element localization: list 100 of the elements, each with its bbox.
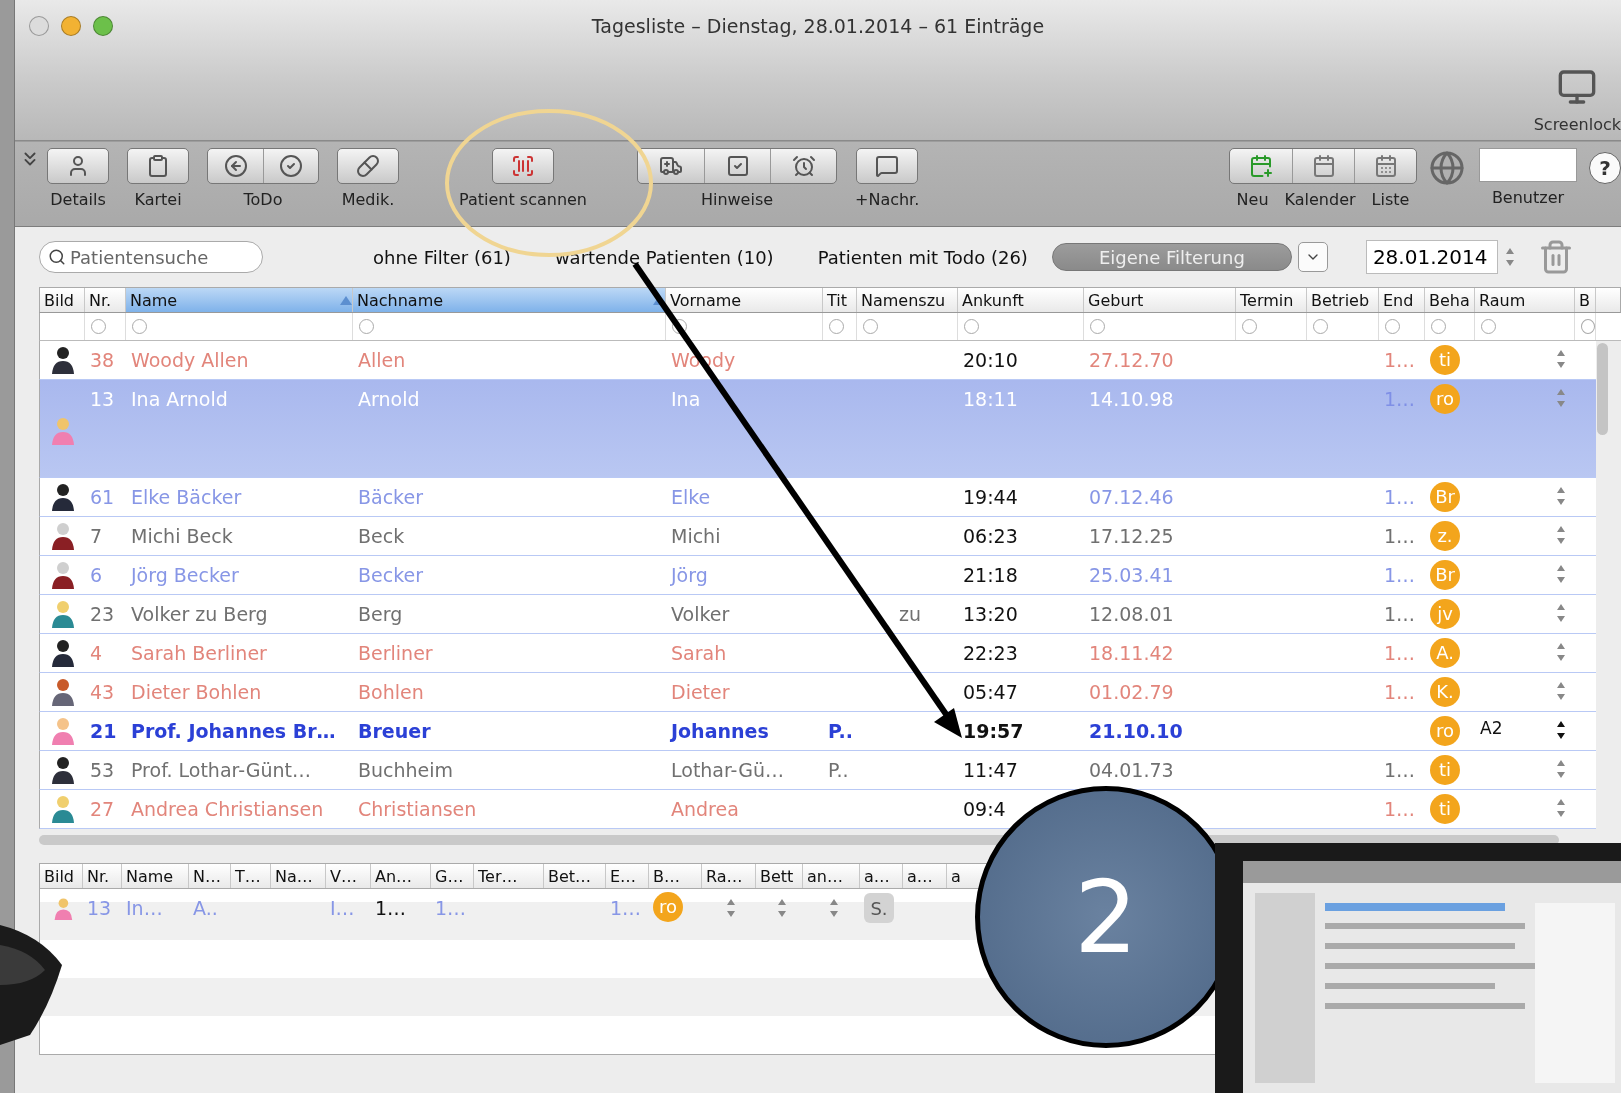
close-button[interactable] (29, 16, 49, 36)
patient-row[interactable]: 43 Dieter Bohlen Bohlen Dieter 05:47 01.02.79 1… K. (39, 673, 1596, 712)
zoom-button[interactable] (93, 16, 113, 36)
help-button[interactable]: ? (1589, 152, 1621, 184)
column-header[interactable]: V… (326, 864, 371, 888)
table-cell: 7 (90, 524, 103, 548)
minimize-button[interactable] (61, 16, 81, 36)
column-header[interactable]: Termin (1236, 288, 1307, 312)
toolbar-button[interactable] (47, 148, 109, 184)
column-header[interactable]: B… (649, 864, 702, 888)
barcode-icon (511, 154, 535, 178)
patient-row[interactable]: 21 Prof. Johannes Br… Breuer Johannes P.. 19:57 21.10.10 ro A2 (39, 712, 1596, 751)
table-cell: 01.02.79 (1089, 680, 1174, 704)
status-badge: ti (1430, 755, 1460, 785)
column-header[interactable]: Bild (40, 864, 83, 888)
column-header[interactable]: Na… (271, 864, 326, 888)
column-header[interactable]: Tit (823, 288, 857, 312)
sort-icon (340, 295, 352, 305)
table-cell: Michi Beck (131, 524, 233, 548)
pill-icon (356, 154, 380, 178)
table-cell: Becker (358, 563, 423, 587)
patient-row[interactable]: 6 Jörg Becker Becker Jörg 21:18 25.03.41 1… Br (39, 556, 1596, 595)
table-cell: 25.03.41 (1089, 563, 1174, 587)
column-header[interactable]: N… (189, 864, 231, 888)
table-cell-text: A2 (1480, 719, 1503, 740)
scrollbar[interactable] (1597, 343, 1608, 435)
column-header[interactable]: E… (606, 864, 649, 888)
patient-row[interactable]: 7 Michi Beck Beck Michi 06:23 17.12.25 1… z. (39, 517, 1596, 556)
column-header[interactable]: Name (122, 864, 189, 888)
column-header[interactable]: Beha (1425, 288, 1475, 312)
person-icon (53, 896, 74, 920)
column-header[interactable]: Ter… (474, 864, 544, 888)
search-field[interactable]: Patientensuche (39, 241, 263, 273)
patient-row[interactable]: 23 Volker zu Berg Berg Volker zu 13:20 12.08.01 1… jv (39, 595, 1596, 634)
table-cell: Breuer (358, 719, 431, 743)
column-header[interactable]: Bett (756, 864, 803, 888)
screenlock-button[interactable]: Screenlock (1533, 67, 1621, 134)
patient-row[interactable]: 4 Sarah Berliner Berliner Sarah 22:23 18.11.42 1… A. (39, 634, 1596, 673)
table-cell: 4 (90, 641, 103, 665)
table-cell: 38 (90, 348, 115, 372)
table-cell: 1… (610, 897, 642, 919)
column-header[interactable]: a… (860, 864, 903, 888)
column-header[interactable]: a… (903, 864, 947, 888)
column-header[interactable]: T… (231, 864, 271, 888)
table-cell: Elke (671, 485, 711, 509)
status-badge: A. (1430, 638, 1460, 668)
table-cell: 07.12.46 (1089, 485, 1174, 509)
user-field[interactable] (1479, 148, 1577, 182)
column-header[interactable]: Raum (1475, 288, 1575, 312)
column-header[interactable]: An… (371, 864, 431, 888)
dropdown-button[interactable] (1297, 242, 1328, 272)
stepper-icon[interactable] (1555, 719, 1567, 741)
column-header[interactable]: Nr. (83, 864, 122, 888)
table-cell: Volker (671, 602, 730, 626)
status-badge: Br (1430, 560, 1460, 590)
toolbar-button[interactable] (492, 148, 554, 184)
date-field[interactable]: 28.01.2014 (1365, 240, 1498, 274)
table-cell: I… (330, 897, 355, 919)
column-header[interactable]: Geburt (1084, 288, 1236, 312)
table-cell: Sarah Berliner (131, 641, 267, 665)
toolbar-label: Neu (1236, 190, 1269, 209)
table-cell: 53 (90, 758, 115, 782)
toolbar-button[interactable] (337, 148, 399, 184)
patient-row[interactable]: 61 Elke Bäcker Bäcker Elke 19:44 07.12.46 1… Br (39, 478, 1596, 517)
column-header[interactable]: Name (126, 288, 353, 312)
patient-row[interactable]: 53 Prof. Lothar-Günt… Buchheim Lothar-Gü… P.. 11:47 04.01.73 1… ti (39, 751, 1596, 790)
table-cell: Prof. Johannes Br… (131, 719, 336, 743)
table-cell: Sarah (671, 641, 727, 665)
table-cell: 19:57 (963, 719, 1024, 743)
column-header[interactable]: B (1575, 288, 1596, 312)
toolbar-label: Liste (1371, 190, 1410, 209)
patient-row[interactable]: 27 Andrea Christiansen Christiansen Andrea 09:4 1… ti (39, 790, 1596, 829)
column-header[interactable]: End (1379, 288, 1425, 312)
filter-link[interactable]: wartende Patienten (10) (554, 246, 774, 268)
column-header[interactable]: Ra… (702, 864, 756, 888)
table-cell: P.. (828, 719, 853, 743)
table-cell: 1… (1384, 797, 1416, 821)
table-cell: Johannes (671, 719, 769, 743)
monitor-icon (1557, 67, 1598, 107)
column-header[interactable]: Bild (40, 288, 85, 312)
table-cell: Woody Allen (131, 348, 249, 372)
globe-icon[interactable] (1429, 150, 1465, 186)
table-cell: In… (126, 897, 163, 919)
table-cell: Ina Arnold (131, 387, 228, 411)
column-header[interactable]: Namenszu (857, 288, 958, 312)
table-cell: Ina (671, 387, 701, 411)
column-header[interactable]: Vorname (666, 288, 823, 312)
table-cell: 61 (90, 485, 115, 509)
table-cell: 04.01.73 (1089, 758, 1174, 782)
filter-link[interactable]: Patienten mit Todo (26) (817, 246, 1028, 268)
column-header[interactable]: an… (803, 864, 860, 888)
toolbar-button[interactable] (856, 148, 919, 184)
toolbar-label: Kalender (1284, 190, 1356, 209)
filter-link[interactable]: ohne Filter (61) (373, 246, 511, 268)
table-cell: 1… (435, 897, 467, 919)
column-header[interactable]: Bet… (544, 864, 606, 888)
column-header[interactable]: Ankunft (958, 288, 1084, 312)
column-header[interactable]: G… (431, 864, 474, 888)
toolbar-button[interactable] (127, 148, 189, 184)
column-header[interactable]: Betrieb (1307, 288, 1379, 312)
